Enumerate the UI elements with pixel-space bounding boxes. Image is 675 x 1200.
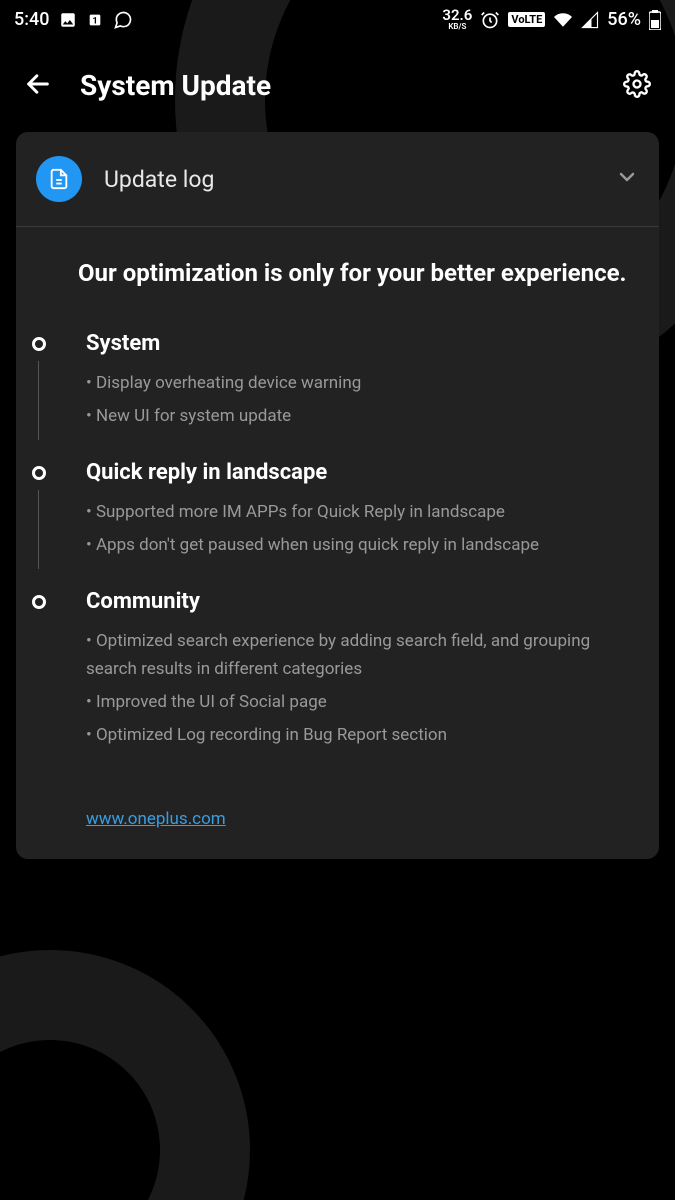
section-item: • Optimized Log recording in Bug Report …: [86, 722, 639, 749]
section-marker-icon: [32, 466, 46, 480]
back-button[interactable]: [24, 70, 52, 102]
status-time: 5:40: [14, 9, 49, 30]
section-marker-icon: [32, 337, 46, 351]
chevron-down-icon: [615, 165, 639, 193]
section-quick-reply: Quick reply in landscape • Supported mor…: [86, 460, 639, 559]
update-card: Update log Our optimization is only for …: [16, 132, 659, 859]
section-title: Community: [86, 589, 639, 614]
section-marker-icon: [32, 595, 46, 609]
svg-text:1: 1: [93, 15, 98, 26]
section-title: Quick reply in landscape: [86, 460, 639, 485]
section-title: System: [86, 331, 639, 356]
update-log-header[interactable]: Update log: [16, 132, 659, 227]
main-heading: Our optimization is only for your better…: [78, 257, 639, 291]
wifi-icon: [553, 11, 573, 29]
section-item: • New UI for system update: [86, 403, 639, 430]
page-title: System Update: [80, 69, 271, 102]
network-speed: 32.6 KB/S: [442, 8, 472, 31]
settings-button[interactable]: [623, 70, 651, 102]
signal-icon: [581, 11, 599, 29]
section-item: • Supported more IM APPs for Quick Reply…: [86, 499, 639, 526]
battery-icon: [649, 10, 661, 30]
update-log-title: Update log: [104, 166, 615, 193]
app-header: System Update: [0, 39, 675, 132]
section-item: • Improved the UI of Social page: [86, 689, 639, 716]
alarm-icon: [480, 10, 500, 30]
section-item: • Apps don't get paused when using quick…: [86, 532, 639, 559]
whatsapp-icon: [113, 10, 133, 30]
notification-icon: 1: [87, 12, 103, 28]
section-system: System • Display overheating device warn…: [86, 331, 639, 430]
image-icon: [59, 11, 77, 29]
volte-badge: VoLTE: [508, 12, 545, 27]
log-icon: [36, 156, 82, 202]
oneplus-link[interactable]: www.oneplus.com: [86, 809, 226, 829]
status-bar: 5:40 1 32.6 KB/S VoLTE 56%: [0, 0, 675, 39]
section-item: • Optimized search experience by adding …: [86, 628, 639, 682]
section-item: • Display overheating device warning: [86, 370, 639, 397]
battery-percent: 56%: [607, 9, 641, 30]
section-community: Community • Optimized search experience …: [86, 589, 639, 749]
